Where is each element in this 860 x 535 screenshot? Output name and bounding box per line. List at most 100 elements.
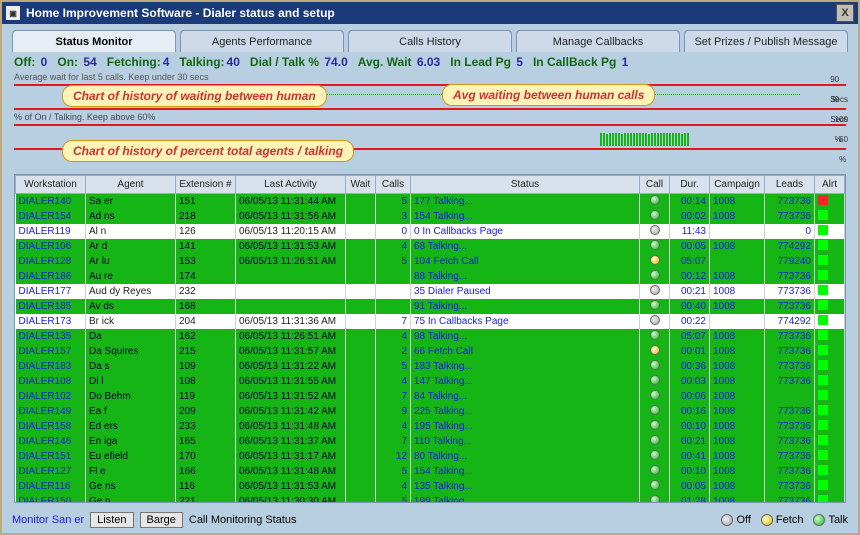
avgwait-label: Avg. Wait — [358, 55, 412, 69]
legend-talk: Talk — [828, 514, 848, 526]
table-row[interactable]: DIALER177Aud dy Reyes23235 Dialer Paused… — [16, 284, 845, 299]
call-status-icon — [640, 449, 670, 464]
call-status-icon — [640, 239, 670, 254]
legend-talk-icon — [813, 514, 825, 526]
table-row[interactable]: DIALER186Au re17488 Talking...00:1210087… — [16, 269, 845, 284]
table-row[interactable]: DIALER108Di l10806/05/13 11:31:55 AM4147… — [16, 374, 845, 389]
pct-hint: % of On / Talking. Keep above 60% — [2, 112, 858, 122]
table-row[interactable]: DIALER106Ar d14106/05/13 11:31:53 AM468 … — [16, 239, 845, 254]
table-row[interactable]: DIALER158Ed ers23306/05/13 11:31:48 AM41… — [16, 419, 845, 434]
table-row[interactable]: DIALER146En iga16506/05/13 11:31:37 AM71… — [16, 434, 845, 449]
tab-3[interactable]: Manage Callbacks — [516, 30, 680, 52]
alert-icon — [815, 479, 845, 494]
table-row[interactable]: DIALER127Fl e16606/05/13 11:31:48 AM5154… — [16, 464, 845, 479]
col-2[interactable]: Extension # — [176, 176, 236, 194]
table-row[interactable]: DIALER183Da s10906/05/13 11:31:22 AM5183… — [16, 359, 845, 374]
col-3[interactable]: Last Activity — [236, 176, 346, 194]
call-status-icon — [640, 254, 670, 269]
call-status-icon — [640, 314, 670, 329]
col-6[interactable]: Status — [411, 176, 640, 194]
legend-fetch: Fetch — [776, 514, 804, 526]
inlead-label: In Lead Pg — [450, 55, 511, 69]
alert-icon — [815, 224, 845, 239]
talking-value: 40 — [227, 55, 240, 69]
call-status-icon — [640, 404, 670, 419]
col-9[interactable]: Campaign — [710, 176, 765, 194]
avgwait-value: 6.03 — [417, 55, 440, 69]
app-window: ▣ Home Improvement Software - Dialer sta… — [0, 0, 860, 535]
col-8[interactable]: Dur. — [670, 176, 710, 194]
incb-label: In CallBack Pg — [533, 55, 616, 69]
alert-icon — [815, 209, 845, 224]
col-10[interactable]: Leads — [765, 176, 815, 194]
call-status-icon — [640, 269, 670, 284]
table-row[interactable]: DIALER185Av ds16891 Talking...00:4010087… — [16, 299, 845, 314]
barge-button[interactable]: Barge — [140, 512, 183, 528]
table-row[interactable]: DIALER128Ar lu15306/05/13 11:26:51 AM510… — [16, 254, 845, 269]
on-value: 54 — [83, 55, 96, 69]
bottom-bar: Monitor San er Listen Barge Call Monitor… — [2, 507, 858, 533]
tab-1[interactable]: Agents Performance — [180, 30, 344, 52]
call-status-icon — [640, 194, 670, 210]
legend-off: Off — [736, 514, 750, 526]
table-row[interactable]: DIALER157Da Squires21506/05/13 11:31:57 … — [16, 344, 845, 359]
call-status-icon — [640, 434, 670, 449]
listen-button[interactable]: Listen — [90, 512, 133, 528]
call-status-icon — [640, 359, 670, 374]
fetching-value: 4 — [163, 55, 170, 69]
table-row[interactable]: DIALER116Ge ns11606/05/13 11:31:53 AM413… — [16, 479, 845, 494]
tab-0[interactable]: Status Monitor — [12, 30, 176, 52]
dialtalk-label: Dial / Talk % — [250, 55, 319, 69]
table-row[interactable]: DIALER119Al n12606/05/13 11:20:15 AM00 I… — [16, 224, 845, 239]
col-11[interactable]: Alrt — [815, 176, 845, 194]
alert-icon — [815, 284, 845, 299]
table-row[interactable]: DIALER140Sa er15106/05/13 11:31:44 AM517… — [16, 194, 845, 210]
table-row[interactable]: DIALER102Do Behm11906/05/13 11:31:52 AM7… — [16, 389, 845, 404]
agents-grid: WorkstationAgentExtension #Last Activity… — [14, 174, 846, 503]
titlebar: ▣ Home Improvement Software - Dialer sta… — [2, 2, 858, 24]
tab-4[interactable]: Set Prizes / Publish Message — [684, 30, 848, 52]
inlead-value: 5 — [516, 55, 523, 69]
app-icon: ▣ — [6, 6, 20, 20]
table-row[interactable]: DIALER151Eu efield17006/05/13 11:31:17 A… — [16, 449, 845, 464]
table-row[interactable]: DIALER150Ge n22106/05/13 11:30:30 AM5199… — [16, 494, 845, 502]
col-1[interactable]: Agent — [86, 176, 176, 194]
col-4[interactable]: Wait — [346, 176, 376, 194]
alert-icon — [815, 419, 845, 434]
stats-row: Off: 0 On: 54 Fetching:4 Talking:40 Dial… — [2, 52, 858, 72]
col-7[interactable]: Call — [640, 176, 670, 194]
call-status-icon — [640, 419, 670, 434]
table-row[interactable]: DIALER173Br ick20406/05/13 11:31:36 AM77… — [16, 314, 845, 329]
call-status-icon — [640, 224, 670, 239]
alert-icon — [815, 344, 845, 359]
tabs-row: Status MonitorAgents PerformanceCalls Hi… — [2, 24, 858, 52]
col-5[interactable]: Calls — [376, 176, 411, 194]
alert-icon — [815, 314, 845, 329]
alert-icon — [815, 239, 845, 254]
alert-icon — [815, 449, 845, 464]
alert-icon — [815, 269, 845, 284]
tab-2[interactable]: Calls History — [348, 30, 512, 52]
off-label: Off: — [14, 55, 35, 69]
alert-icon — [815, 374, 845, 389]
on-label: On: — [57, 55, 78, 69]
agents-grid-scroll[interactable]: WorkstationAgentExtension #Last Activity… — [15, 175, 845, 502]
table-row[interactable]: DIALER149Ea f20906/05/13 11:31:42 AM9225… — [16, 404, 845, 419]
avg-wait-hint: Average wait for last 5 calls. Keep unde… — [2, 72, 858, 82]
table-row[interactable]: DIALER154Ad ns21806/05/13 11:31:56 AM315… — [16, 209, 845, 224]
chart-wait-history: 90 Secs 30 Secs — [14, 84, 846, 110]
table-row[interactable]: DIALER135Da16206/05/13 11:26:51 AM498 Ta… — [16, 329, 845, 344]
legend: Off Fetch Talk — [721, 514, 848, 526]
call-status-icon — [640, 299, 670, 314]
call-status-icon — [640, 344, 670, 359]
talking-label: Talking: — [179, 55, 224, 69]
close-button[interactable]: X — [836, 4, 854, 22]
alert-icon — [815, 434, 845, 449]
col-0[interactable]: Workstation — [16, 176, 86, 194]
alert-icon — [815, 494, 845, 502]
fetching-label: Fetching: — [107, 55, 161, 69]
legend-off-icon — [721, 514, 733, 526]
alert-icon — [815, 464, 845, 479]
call-status-icon — [640, 374, 670, 389]
call-status-icon — [640, 284, 670, 299]
